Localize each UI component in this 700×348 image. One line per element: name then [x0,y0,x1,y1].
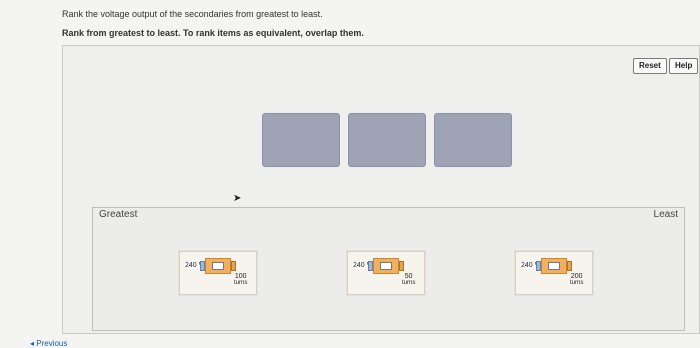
drop-slot[interactable] [348,113,426,167]
ranking-panel: Reset Help ➤ Greatest Least 240 V 100 tu… [62,45,700,334]
reset-button[interactable]: Reset [633,58,667,74]
drop-slot[interactable] [262,113,340,167]
transformer-icon [368,258,404,274]
turns-label: 200 turns [570,273,584,286]
transformer-card[interactable]: 240 V 50 turns [347,251,425,295]
instruction-text: Rank the voltage output of the secondari… [62,9,323,19]
transformer-card[interactable]: 240 V 100 turns [179,251,257,295]
turns-label: 50 turns [402,273,416,286]
mouse-cursor-icon: ➤ [233,193,242,204]
transformer-icon [200,258,236,274]
least-label: Least [653,209,678,220]
ranking-area[interactable]: Greatest Least 240 V 100 turns 240 V 50 … [92,207,685,331]
drop-slot[interactable] [434,113,512,167]
transformer-icon [536,258,572,274]
instruction-emphasis: Rank from greatest to least. To rank ite… [62,28,364,38]
transformer-card[interactable]: 240 V 200 turns [515,251,593,295]
greatest-label: Greatest [99,209,138,220]
help-button[interactable]: Help [669,58,699,74]
turns-label: 100 turns [234,273,248,286]
